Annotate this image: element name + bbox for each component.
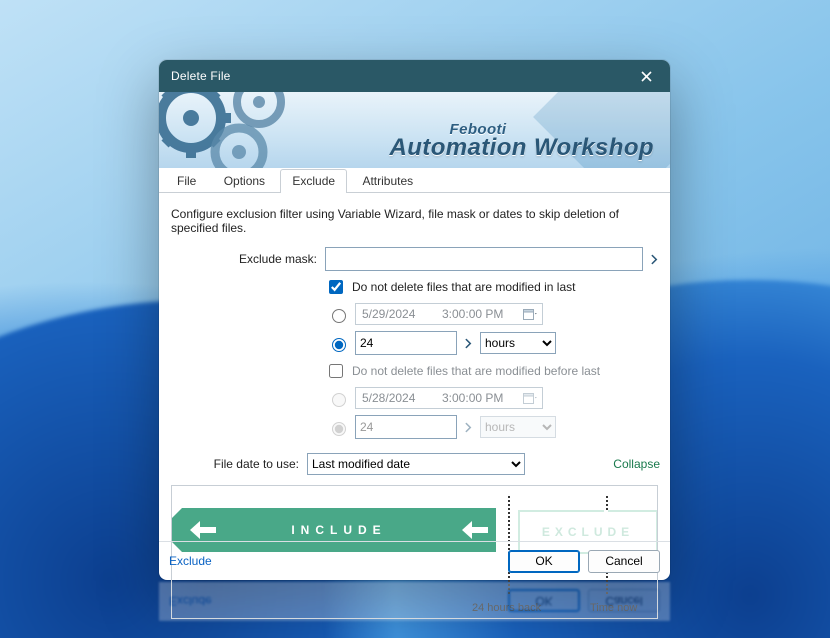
arrow-left-icon xyxy=(190,520,216,540)
tab-description: Configure exclusion filter using Variabl… xyxy=(171,207,658,235)
file-date-label: File date to use: xyxy=(169,457,307,471)
modified-before-last-unit-select: hours xyxy=(480,416,556,438)
variable-wizard-icon[interactable] xyxy=(649,250,660,268)
modified-in-last-checkbox[interactable] xyxy=(329,280,343,294)
tabstrip: File Options Exclude Attributes xyxy=(159,168,670,193)
calendar-dropdown-icon xyxy=(522,390,538,406)
dialog-window: Delete File xyxy=(159,60,670,580)
modified-before-last-label: Do not delete files that are modified be… xyxy=(352,364,600,378)
tab-attributes[interactable]: Attributes xyxy=(350,169,425,193)
modified-before-last-amount-input xyxy=(355,415,457,439)
ok-button[interactable]: OK xyxy=(508,550,580,573)
calendar-dropdown-icon[interactable] xyxy=(522,306,538,322)
variable-wizard-icon[interactable] xyxy=(463,334,474,352)
modified-before-last-absolute-radio xyxy=(332,393,346,407)
banner: Febooti Automation Workshop xyxy=(159,92,670,168)
modified-before-last-datetime: 5/28/2024 3:00:00 PM xyxy=(355,387,543,409)
titlebar[interactable]: Delete File xyxy=(159,60,670,92)
exclude-mask-input[interactable] xyxy=(325,247,643,271)
exclude-mask-label: Exclude mask: xyxy=(169,252,325,266)
mil-date: 5/29/2024 xyxy=(362,307,424,321)
brand-big: Automation Workshop xyxy=(390,134,654,162)
collapse-link[interactable]: Collapse xyxy=(613,457,660,471)
modified-in-last-absolute-radio[interactable] xyxy=(332,309,346,323)
modified-in-last-relative-radio[interactable] xyxy=(332,338,346,352)
modified-in-last-datetime[interactable]: 5/29/2024 3:00:00 PM xyxy=(355,303,543,325)
modified-before-last-relative-radio xyxy=(332,422,346,436)
tab-options[interactable]: Options xyxy=(212,169,277,193)
tab-file[interactable]: File xyxy=(165,169,208,193)
footer-hint-link[interactable]: Exclude xyxy=(169,554,212,568)
timeline-include-label: INCLUDE xyxy=(291,523,386,537)
modified-before-last-checkbox[interactable] xyxy=(329,364,343,378)
modified-in-last-amount-input[interactable] xyxy=(355,331,457,355)
cancel-button[interactable]: Cancel xyxy=(588,550,660,573)
modified-in-last-unit-select[interactable]: hours xyxy=(480,332,556,354)
modified-in-last-label: Do not delete files that are modified in… xyxy=(352,280,575,294)
close-icon[interactable] xyxy=(628,64,664,88)
gears-icon xyxy=(159,92,341,168)
mbl-date: 5/28/2024 xyxy=(362,391,424,405)
variable-wizard-icon xyxy=(463,418,474,436)
file-date-select[interactable]: Last modified date xyxy=(307,453,525,475)
mbl-time: 3:00:00 PM xyxy=(442,391,504,405)
arrow-left-icon xyxy=(462,520,488,540)
mil-time: 3:00:00 PM xyxy=(442,307,504,321)
timeline-exclude-label: EXCLUDE xyxy=(542,525,634,539)
dialog-footer: Exclude OK Cancel xyxy=(159,541,670,580)
tab-exclude[interactable]: Exclude xyxy=(280,169,347,193)
window-title: Delete File xyxy=(171,69,231,83)
